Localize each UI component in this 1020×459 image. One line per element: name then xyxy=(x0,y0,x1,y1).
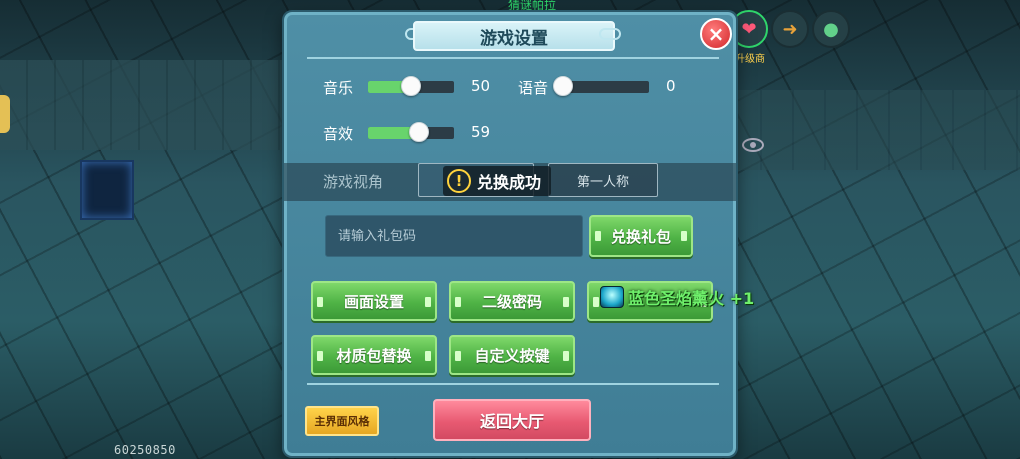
right-wall xyxy=(730,90,1020,170)
main-ui-style-button[interactable]: 主界面风格 xyxy=(305,406,379,436)
arrow-icon[interactable]: ➜ xyxy=(771,10,809,48)
voice-value: 0 xyxy=(666,77,676,95)
hud-label: 升级商 xyxy=(735,54,765,65)
custom-keys-label: 自定义按键 xyxy=(474,346,550,365)
view-option-first-person[interactable]: 第一人称 xyxy=(548,163,658,197)
eye-icon[interactable] xyxy=(742,138,764,152)
player-id-watermark: 60250850 xyxy=(114,443,176,457)
flame-item-icon xyxy=(600,286,624,308)
voice-slider[interactable] xyxy=(553,76,649,96)
item-reward-popup: 蓝色圣焰薰火 +1 xyxy=(600,285,754,309)
music-label: 音乐 xyxy=(323,79,354,97)
return-lobby-button[interactable]: 返回大厅 xyxy=(433,399,591,441)
music-slider-knob[interactable] xyxy=(401,76,421,96)
close-icon: × xyxy=(707,22,725,46)
return-lobby-label: 返回大厅 xyxy=(479,412,544,431)
secondary-password-label: 二级密码 xyxy=(481,292,542,311)
view-mode-label: 游戏视角 xyxy=(323,173,384,191)
custom-keys-button[interactable]: 自定义按键 xyxy=(449,335,575,375)
sfx-value: 59 xyxy=(471,123,491,141)
graphics-settings-label: 画面设置 xyxy=(343,292,404,311)
graphics-settings-button[interactable]: 画面设置 xyxy=(311,281,437,321)
top-divider xyxy=(307,57,719,59)
redeem-gift-label: 兑换礼包 xyxy=(610,227,671,246)
secondary-password-button[interactable]: 二级密码 xyxy=(449,281,575,321)
voice-slider-knob[interactable] xyxy=(553,76,573,96)
side-panel-toggle[interactable] xyxy=(0,95,10,133)
toast-text: 兑换成功 xyxy=(477,173,542,192)
texture-pack-button[interactable]: 材质包替换 xyxy=(311,335,437,375)
voice-label: 语音 xyxy=(518,79,549,97)
panel-title-text: 游戏设置 xyxy=(480,28,548,49)
gift-code-input[interactable] xyxy=(325,215,583,257)
sfx-slider-knob[interactable] xyxy=(408,122,429,142)
redeem-gift-button[interactable]: 兑换礼包 xyxy=(589,215,693,257)
music-value: 50 xyxy=(471,77,491,95)
banner-right-ornament-icon xyxy=(599,28,621,40)
panel-title: 游戏设置 xyxy=(413,21,615,51)
game-settings-panel: 游戏设置 × 音乐 50 语音 0 音效 59 游戏视角 第一人称 ! 兑换成功… xyxy=(284,12,736,456)
sfx-label: 音效 xyxy=(323,125,354,143)
redeem-success-toast: ! 兑换成功 xyxy=(443,166,552,196)
sfx-slider[interactable] xyxy=(368,122,454,142)
drop-icon[interactable]: ● xyxy=(812,10,850,48)
reward-text: 蓝色圣焰薰火 +1 xyxy=(628,289,755,308)
left-wall xyxy=(0,60,290,150)
music-slider[interactable] xyxy=(368,76,454,96)
close-button[interactable]: × xyxy=(700,18,732,50)
game-character xyxy=(80,160,134,220)
bottom-divider xyxy=(307,383,719,385)
texture-pack-label: 材质包替换 xyxy=(336,346,412,365)
main-ui-style-label: 主界面风格 xyxy=(314,415,370,428)
exclamation-icon: ! xyxy=(447,169,471,193)
